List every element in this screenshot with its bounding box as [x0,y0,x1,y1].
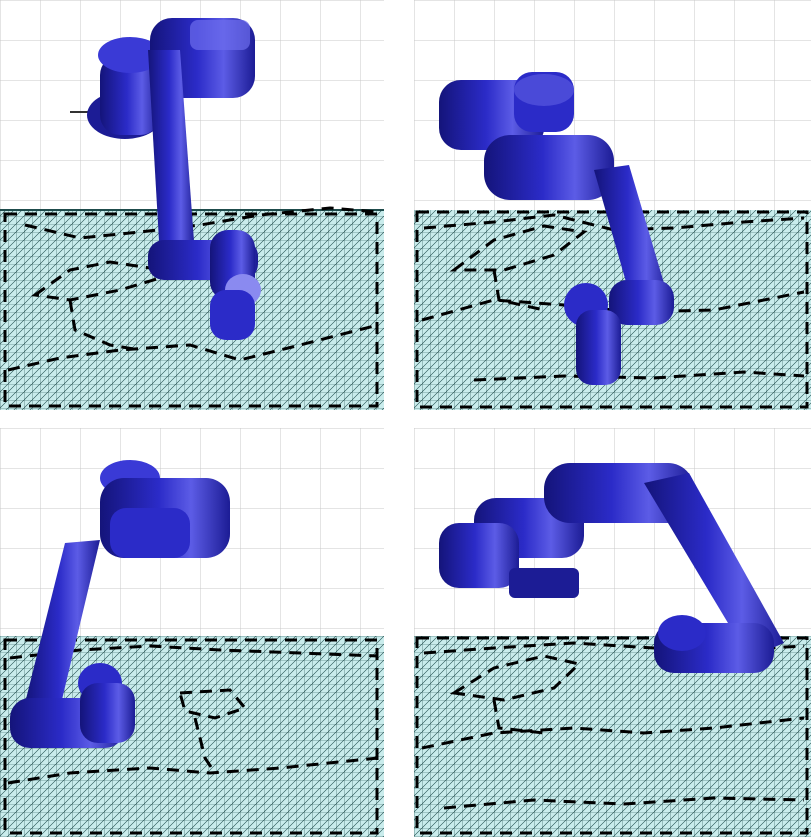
scene-3 [0,428,384,837]
panel-bottom-left [0,428,384,837]
panel-top-left [0,0,384,410]
scene-2 [414,0,811,410]
scene-4 [414,428,811,837]
panel-bottom-right [414,428,811,837]
scene-1 [0,0,384,410]
panel-top-right [414,0,811,410]
